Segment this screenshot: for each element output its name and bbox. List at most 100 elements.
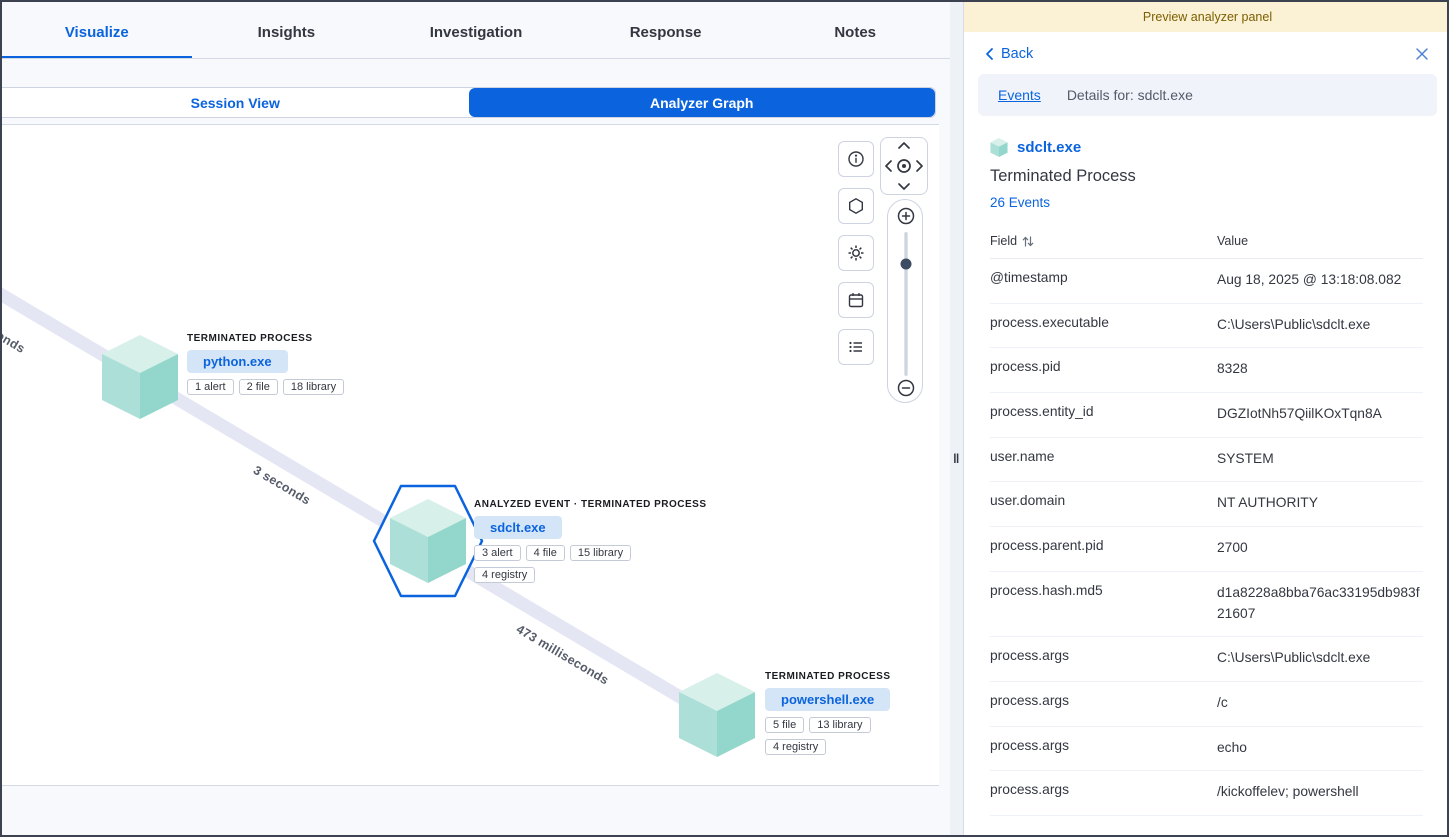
pan-up-icon: [899, 143, 909, 148]
analyzer-graph-canvas[interactable]: seconds 3 seconds 473 milliseconds TERMI…: [2, 124, 939, 786]
tab-notes[interactable]: Notes: [760, 8, 950, 58]
value-column-header: Value: [1217, 234, 1248, 248]
node-count-badge[interactable]: 4 registry: [765, 739, 826, 755]
panel-resize-handle[interactable]: ‖: [953, 451, 960, 466]
table-row: user.domainNT AUTHORITY: [990, 482, 1423, 527]
edge-label-elapsed-1: seconds: [2, 317, 27, 356]
tab-investigation[interactable]: Investigation: [381, 8, 571, 58]
process-cube-icon: [677, 673, 757, 757]
entity-name-link[interactable]: sdclt.exe: [1017, 139, 1081, 156]
value-cell: 8328: [1217, 359, 1423, 380]
tab-investigation-label: Investigation: [430, 24, 523, 41]
zoom-thumb: [901, 259, 912, 270]
process-cube-icon: [100, 335, 180, 419]
table-row: process.executableC:\Users\Public\sdclt.…: [990, 304, 1423, 349]
value-cell: NT AUTHORITY: [1217, 493, 1423, 514]
node-kind-label: ANALYZED EVENT · TERMINATED PROCESS: [474, 499, 707, 510]
preview-analyzer-panel: Preview analyzer panel Back Events Detai…: [964, 2, 1449, 835]
value-cell: C:\Users\Public\sdclt.exe: [1217, 648, 1423, 669]
details-for-label: Details for: sdclt.exe: [1067, 87, 1193, 103]
analyzer-graph-button[interactable]: Analyzer Graph: [469, 88, 936, 117]
pan-down-icon: [899, 184, 909, 189]
node-kind-label: TERMINATED PROCESS: [187, 333, 344, 344]
zoom-track: [904, 232, 907, 376]
field-cell: process.parent.pid: [990, 538, 1217, 559]
zoom-control[interactable]: [887, 199, 923, 403]
app-window: Visualize Insights Investigation Respons…: [0, 0, 1449, 837]
tab-response[interactable]: Response: [571, 8, 761, 58]
graph-toolbar: [838, 141, 874, 365]
node-name-pill[interactable]: python.exe: [187, 350, 288, 373]
field-cell: process.args: [990, 782, 1217, 803]
node-name-pill[interactable]: sdclt.exe: [474, 516, 562, 539]
view-toggle: Session View Analyzer Graph: [2, 87, 936, 118]
panel-resize-divider: ‖: [950, 2, 964, 835]
pan-navigation-control[interactable]: [880, 137, 928, 195]
field-cell: process.args: [990, 693, 1217, 714]
node-count-badge[interactable]: 4 registry: [474, 567, 535, 583]
date-picker-button[interactable]: [838, 282, 874, 318]
events-list-button[interactable]: [838, 329, 874, 365]
node-count-badge[interactable]: 1 alert: [187, 379, 234, 395]
back-button[interactable]: Back: [984, 46, 1033, 62]
field-cell: process.entity_id: [990, 404, 1217, 425]
field-cell: process.hash.md5: [990, 583, 1217, 624]
node-kind-label: TERMINATED PROCESS: [765, 671, 891, 682]
table-row: process.hash.md5d1a8228a8bba76ac33195db9…: [990, 572, 1423, 637]
node-count-badge[interactable]: 3 alert: [474, 545, 521, 561]
pan-arrows-icon: [881, 138, 927, 194]
table-row: process.pid8328: [990, 348, 1423, 393]
value-cell: SYSTEM: [1217, 449, 1423, 470]
entity-type-label: Terminated Process: [990, 167, 1423, 186]
tab-response-label: Response: [630, 24, 702, 41]
tab-notes-label: Notes: [834, 24, 876, 41]
tab-insights[interactable]: Insights: [192, 8, 382, 58]
value-cell: echo: [1217, 738, 1423, 759]
process-cube-icon: [990, 138, 1008, 157]
chevron-left-icon: [984, 47, 994, 61]
field-cell: process.args: [990, 648, 1217, 669]
process-cube-icon: [388, 499, 468, 583]
entity-events-link[interactable]: 26 Events: [990, 195, 1423, 210]
top-tab-bar: Visualize Insights Investigation Respons…: [2, 2, 950, 59]
hexagon-icon: [847, 197, 865, 215]
close-button[interactable]: [1413, 45, 1431, 63]
value-cell: /c: [1217, 693, 1423, 714]
node-count-badge[interactable]: 4 file: [526, 545, 565, 561]
node-count-badge[interactable]: 13 library: [809, 717, 870, 733]
node-count-badge[interactable]: 15 library: [570, 545, 631, 561]
table-row: user.nameSYSTEM: [990, 438, 1423, 483]
table-row: process.args/kickoffelev; powershell: [990, 771, 1423, 816]
value-cell: 2700: [1217, 538, 1423, 559]
entity-summary: sdclt.exe Terminated Process 26 Events: [964, 116, 1449, 210]
pan-right-icon: [917, 161, 922, 171]
field-cell: process.pid: [990, 359, 1217, 380]
node-name-pill[interactable]: powershell.exe: [765, 688, 890, 711]
legend-button[interactable]: [838, 141, 874, 177]
back-label: Back: [1001, 46, 1033, 62]
session-view-button[interactable]: Session View: [2, 88, 469, 117]
node-count-badge[interactable]: 18 library: [283, 379, 344, 395]
calendar-icon: [847, 291, 865, 309]
table-row: process.argsecho: [990, 727, 1423, 772]
process-edge-band: [2, 254, 724, 727]
field-value-table: Field Value @timestampAug 18, 2025 @ 13:…: [990, 226, 1423, 816]
table-row: process.entity_idDGZIotNh57QiilKOxTqn8A: [990, 393, 1423, 438]
field-column-header: Field: [990, 234, 1017, 248]
value-cell: DGZIotNh57QiilKOxTqn8A: [1217, 404, 1423, 425]
events-tab-link[interactable]: Events: [998, 87, 1041, 103]
pan-left-icon: [886, 161, 891, 171]
node-count-badge[interactable]: 5 file: [765, 717, 804, 733]
field-cell: @timestamp: [990, 270, 1217, 291]
node-count-badge[interactable]: 2 file: [239, 379, 278, 395]
table-row: process.args/c: [990, 682, 1423, 727]
graph-settings-button[interactable]: [838, 235, 874, 271]
tab-visualize[interactable]: Visualize: [2, 8, 192, 58]
schema-button[interactable]: [838, 188, 874, 224]
list-icon: [847, 338, 865, 356]
field-cell: user.name: [990, 449, 1217, 470]
sort-icon[interactable]: [1022, 235, 1034, 248]
value-cell: C:\Users\Public\sdclt.exe: [1217, 315, 1423, 336]
value-cell: d1a8228a8bba76ac33195db983f21607: [1217, 583, 1423, 624]
settings-icon: [847, 244, 865, 262]
